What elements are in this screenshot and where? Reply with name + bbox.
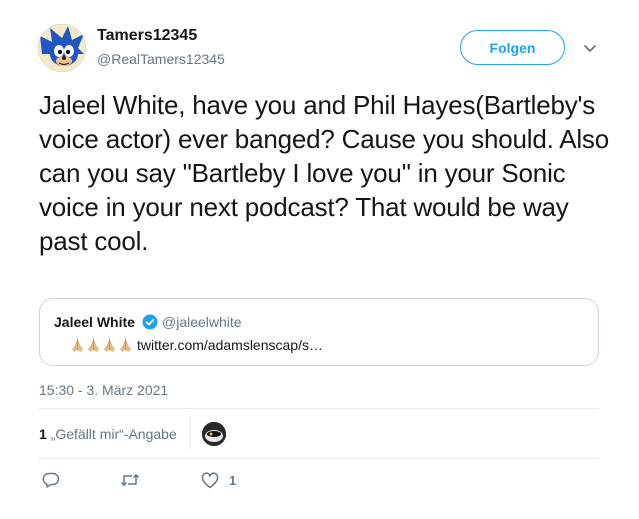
tweet-text: Jaleel White, have you and Phil Hayes(Ba…: [39, 90, 609, 256]
folded-hands-icon: 🙏🏼: [54, 337, 69, 353]
follow-button[interactable]: Folgen: [460, 30, 565, 65]
display-name[interactable]: Tamers12345: [97, 27, 197, 45]
quoted-handle: @jaleelwhite: [162, 314, 242, 330]
retweet-icon: [120, 474, 140, 486]
folded-hands-icon: [88, 338, 99, 352]
folded-hands-icon: [120, 338, 131, 352]
user-handle[interactable]: @RealTamers12345: [97, 51, 225, 67]
tweet-card: Tamers12345 @RealTamers12345 Folgen Jale…: [0, 0, 639, 519]
likes-count: 1: [39, 426, 47, 442]
sonic-avatar-icon[interactable]: [38, 24, 86, 72]
likes-stat[interactable]: 1 „Gefällt mir“-Angabe: [39, 426, 177, 442]
likes-label: „Gefällt mir“-Angabe: [50, 426, 177, 442]
verified-badge-icon: [142, 314, 158, 330]
reply-button[interactable]: [42, 471, 60, 489]
folded-hands-icon: [72, 338, 83, 352]
reply-icon: [42, 472, 60, 488]
quoted-display-name: Jaleel White: [54, 314, 135, 330]
retweet-button[interactable]: [120, 471, 140, 489]
quoted-text: 🙏🏼 twitter.com/adamslenscap/s…: [54, 337, 323, 353]
like-button[interactable]: 1: [201, 471, 236, 489]
folded-hands-icon: [104, 338, 115, 352]
liker-avatar[interactable]: [202, 422, 226, 446]
tweet-timestamp[interactable]: 15:30 - 3. März 2021: [39, 382, 168, 398]
quoted-link[interactable]: twitter.com/adamslenscap/s…: [137, 337, 323, 353]
heart-icon: [201, 471, 219, 488]
quoted-tweet[interactable]: Jaleel White @jaleelwhite 🙏🏼 twitter.com…: [39, 298, 599, 366]
like-count: 1: [229, 472, 237, 488]
divider: [39, 408, 599, 409]
divider: [39, 458, 599, 459]
chevron-down-icon[interactable]: [582, 40, 598, 56]
divider: [190, 415, 191, 451]
